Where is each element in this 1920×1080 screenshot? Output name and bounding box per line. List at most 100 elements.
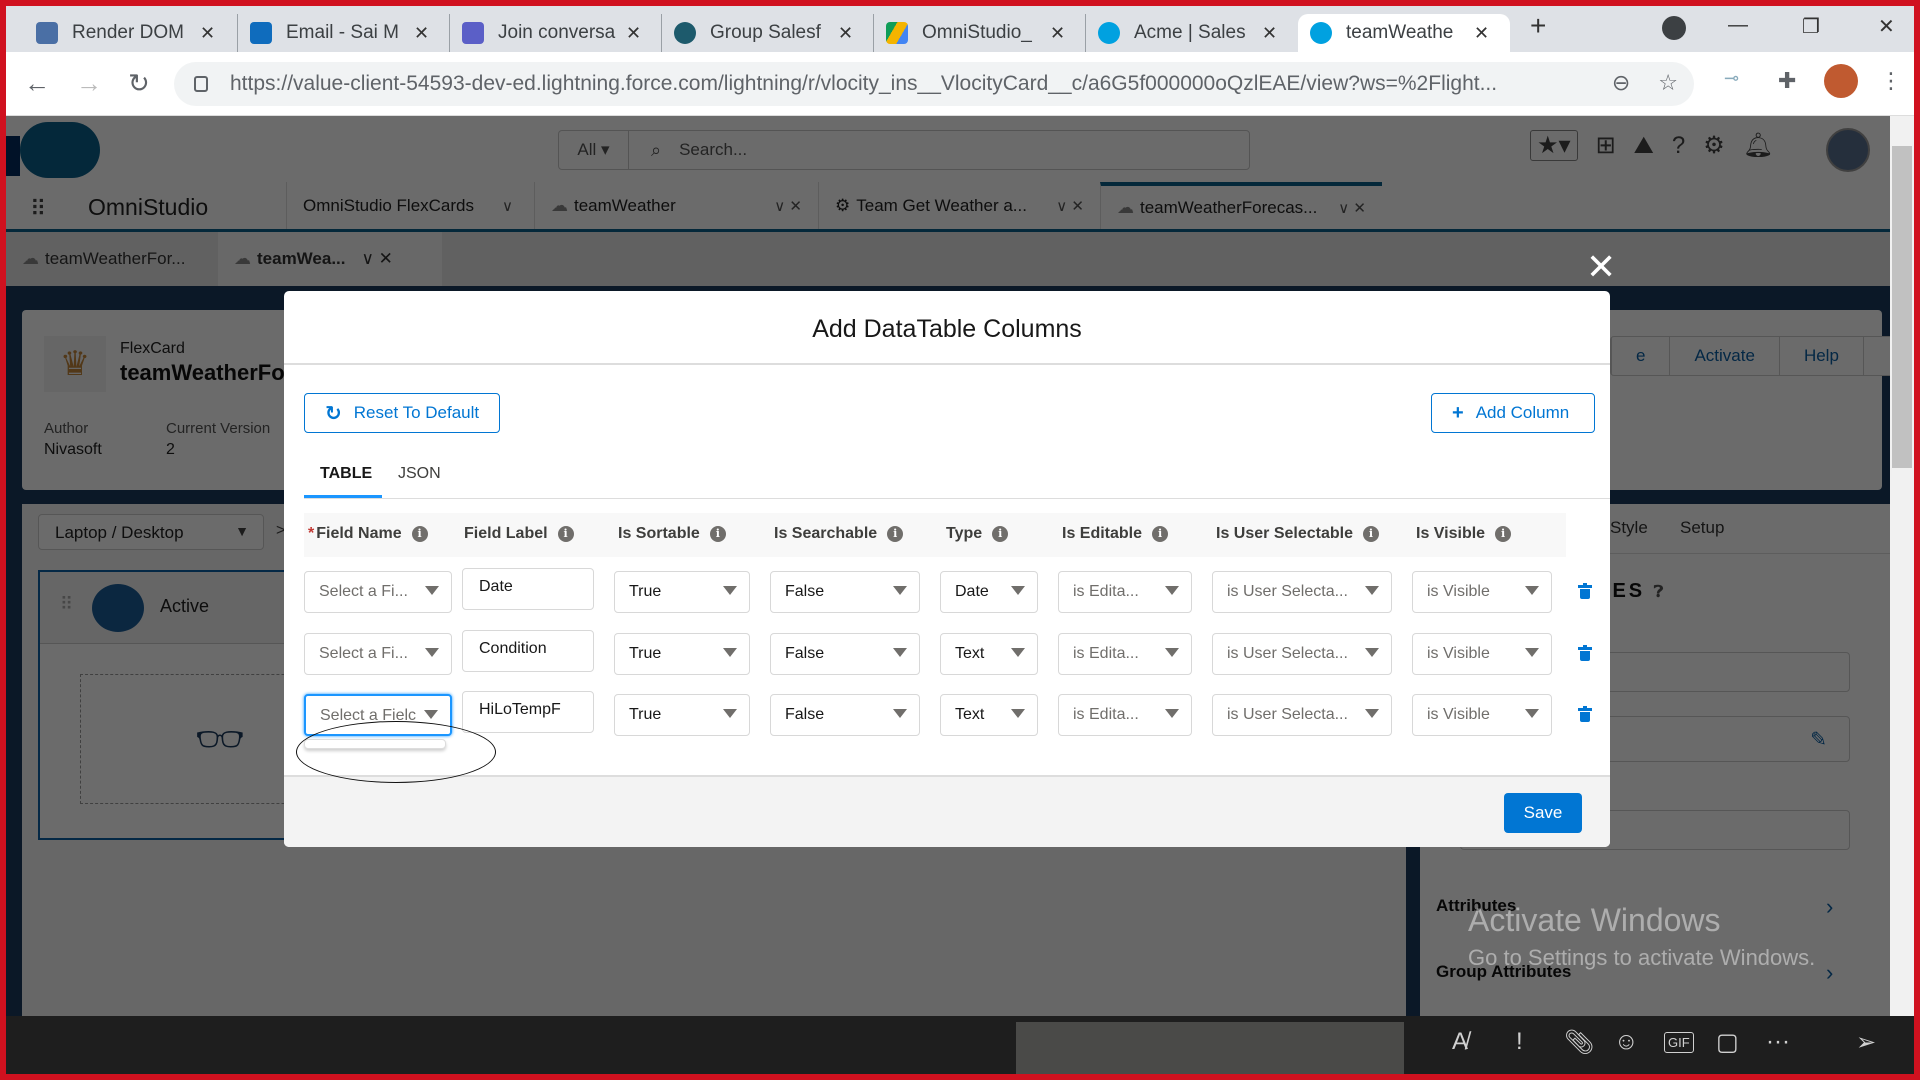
- is-visible-select[interactable]: is Visible: [1412, 571, 1552, 613]
- is-searchable-select[interactable]: False: [770, 571, 920, 613]
- column-header: Is Sortable i: [618, 525, 726, 543]
- restore-button[interactable]: ❐: [1802, 14, 1820, 39]
- add-column-button[interactable]: + Add Column: [1431, 393, 1595, 433]
- close-tab-icon[interactable]: ✕: [1262, 23, 1277, 44]
- field-name-select[interactable]: Select a Fi...: [304, 571, 452, 613]
- extension-icon[interactable]: ⊸: [1724, 68, 1739, 89]
- info-icon: i: [887, 526, 904, 542]
- compose-input[interactable]: [1016, 1022, 1404, 1074]
- reload-icon[interactable]: ↻: [128, 68, 150, 99]
- forward-icon[interactable]: →: [76, 68, 102, 99]
- more-options-icon[interactable]: ···: [1766, 1028, 1790, 1056]
- close-tab-icon[interactable]: ✕: [838, 23, 853, 44]
- tab-json[interactable]: JSON: [398, 465, 441, 483]
- field-label-input[interactable]: HiLoTempF: [462, 691, 594, 733]
- salesforce-icon: [1098, 22, 1120, 44]
- url-bar[interactable]: https://value-client-54593-dev-ed.lightn…: [174, 62, 1694, 106]
- salesforce-icon: [1310, 22, 1332, 44]
- close-modal-icon[interactable]: ✕: [1586, 246, 1616, 288]
- delete-row-trash-icon[interactable]: [1578, 706, 1592, 722]
- is-user-selectable-select[interactable]: is User Selecta...: [1212, 571, 1392, 613]
- close-tab-icon[interactable]: ✕: [626, 23, 641, 44]
- close-tab-icon[interactable]: ✕: [200, 23, 215, 44]
- info-icon: i: [411, 526, 428, 542]
- column-header: * Field Name i: [308, 525, 428, 543]
- puzzle-extensions-icon[interactable]: ✚: [1778, 68, 1796, 94]
- format-icon[interactable]: A̸: [1452, 1028, 1468, 1056]
- is-visible-select[interactable]: is Visible: [1412, 694, 1552, 736]
- is-sortable-select[interactable]: True: [614, 571, 750, 613]
- modal-title: Add DataTable Columns: [284, 291, 1610, 365]
- info-icon: i: [1152, 526, 1169, 542]
- info-icon: i: [1495, 526, 1512, 542]
- close-tab-icon[interactable]: ✕: [414, 23, 429, 44]
- bookmark-star-icon[interactable]: ☆: [1658, 70, 1678, 96]
- column-header: Is User Selectable i: [1216, 525, 1379, 543]
- url-text: https://value-client-54593-dev-ed.lightn…: [230, 72, 1498, 95]
- close-tab-icon[interactable]: ✕: [1050, 23, 1065, 44]
- browser-tab-bar: Render DOM ✕ Email - Sai M ✕ Join conver…: [6, 6, 1914, 52]
- field-label-input[interactable]: Condition: [462, 630, 594, 672]
- emoji-icon[interactable]: ☺: [1614, 1028, 1639, 1056]
- minimize-button[interactable]: —: [1728, 14, 1748, 37]
- browser-tab[interactable]: Acme | Sales ✕: [1086, 14, 1298, 52]
- column-header: Is Editable i: [1062, 525, 1169, 543]
- info-icon: i: [992, 526, 1009, 542]
- tab-search-icon[interactable]: [1662, 16, 1686, 40]
- teams-compose-bar: A̸ ! 📎︎ ☺ GIF ▢ ··· ➢: [6, 1016, 1914, 1074]
- type-select[interactable]: Date: [940, 571, 1038, 613]
- modal-tabs: TABLE JSON: [304, 451, 1610, 499]
- column-header: Field Label i: [464, 525, 574, 543]
- back-icon[interactable]: ←: [24, 68, 50, 99]
- browser-tab[interactable]: OmniStudio_ ✕: [874, 14, 1086, 52]
- is-searchable-select[interactable]: False: [770, 694, 920, 736]
- sticker-icon[interactable]: ▢: [1716, 1028, 1739, 1057]
- close-window-button[interactable]: ✕: [1878, 14, 1895, 39]
- attach-paperclip-icon[interactable]: 📎︎: [1564, 1028, 1594, 1057]
- is-editable-select[interactable]: is Edita...: [1058, 694, 1192, 736]
- table-row: Select a Fielc HiLoTempF True False Text…: [284, 691, 1610, 738]
- lock-icon: [194, 76, 208, 92]
- delete-row-trash-icon[interactable]: [1578, 645, 1592, 661]
- refresh-icon: ↻: [325, 402, 342, 425]
- is-visible-select[interactable]: is Visible: [1412, 633, 1552, 675]
- is-sortable-select[interactable]: True: [614, 633, 750, 675]
- outlook-icon: [250, 22, 272, 44]
- screen: Render DOM ✕ Email - Sai M ✕ Join conver…: [6, 6, 1914, 1074]
- browser-tab[interactable]: Join conversa ✕: [450, 14, 662, 52]
- reset-to-default-button[interactable]: ↻ Reset To Default: [304, 393, 501, 433]
- browser-tab-active[interactable]: teamWeathe ✕: [1298, 14, 1510, 52]
- annotation-circle: [296, 721, 496, 783]
- gif-icon[interactable]: GIF: [1664, 1032, 1694, 1053]
- column-header: Type i: [946, 525, 1009, 543]
- tab-table[interactable]: TABLE: [320, 465, 372, 483]
- menu-kebab-icon[interactable]: ⋮: [1880, 68, 1902, 94]
- drive-icon: [886, 22, 908, 44]
- send-icon[interactable]: ➢: [1856, 1028, 1876, 1057]
- browser-tab[interactable]: Render DOM ✕: [24, 14, 238, 52]
- render-icon: [36, 22, 58, 44]
- browser-tab[interactable]: Group Salesf ✕: [662, 14, 874, 52]
- type-select[interactable]: Text: [940, 694, 1038, 736]
- delete-row-trash-icon[interactable]: [1578, 583, 1592, 599]
- is-editable-select[interactable]: is Edita...: [1058, 633, 1192, 675]
- save-button[interactable]: Save: [1504, 793, 1582, 833]
- browser-tab[interactable]: Email - Sai M ✕: [238, 14, 450, 52]
- field-name-select[interactable]: Select a Fi...: [304, 633, 452, 675]
- modal-footer: Save: [284, 775, 1610, 847]
- zoom-icon[interactable]: ⊖: [1612, 70, 1630, 96]
- table-row: Select a Fi... Condition True False Text…: [284, 630, 1610, 677]
- page-scrollbar[interactable]: [1890, 116, 1914, 1022]
- is-searchable-select[interactable]: False: [770, 633, 920, 675]
- type-select[interactable]: Text: [940, 633, 1038, 675]
- is-user-selectable-select[interactable]: is User Selecta...: [1212, 694, 1392, 736]
- is-sortable-select[interactable]: True: [614, 694, 750, 736]
- new-tab-button[interactable]: +: [1530, 10, 1546, 42]
- close-tab-icon[interactable]: ✕: [1474, 23, 1489, 44]
- is-user-selectable-select[interactable]: is User Selecta...: [1212, 633, 1392, 675]
- important-icon[interactable]: !: [1516, 1028, 1523, 1056]
- profile-avatar[interactable]: [1824, 64, 1858, 98]
- info-icon: i: [1362, 526, 1379, 542]
- is-editable-select[interactable]: is Edita...: [1058, 571, 1192, 613]
- field-label-input[interactable]: Date: [462, 568, 594, 610]
